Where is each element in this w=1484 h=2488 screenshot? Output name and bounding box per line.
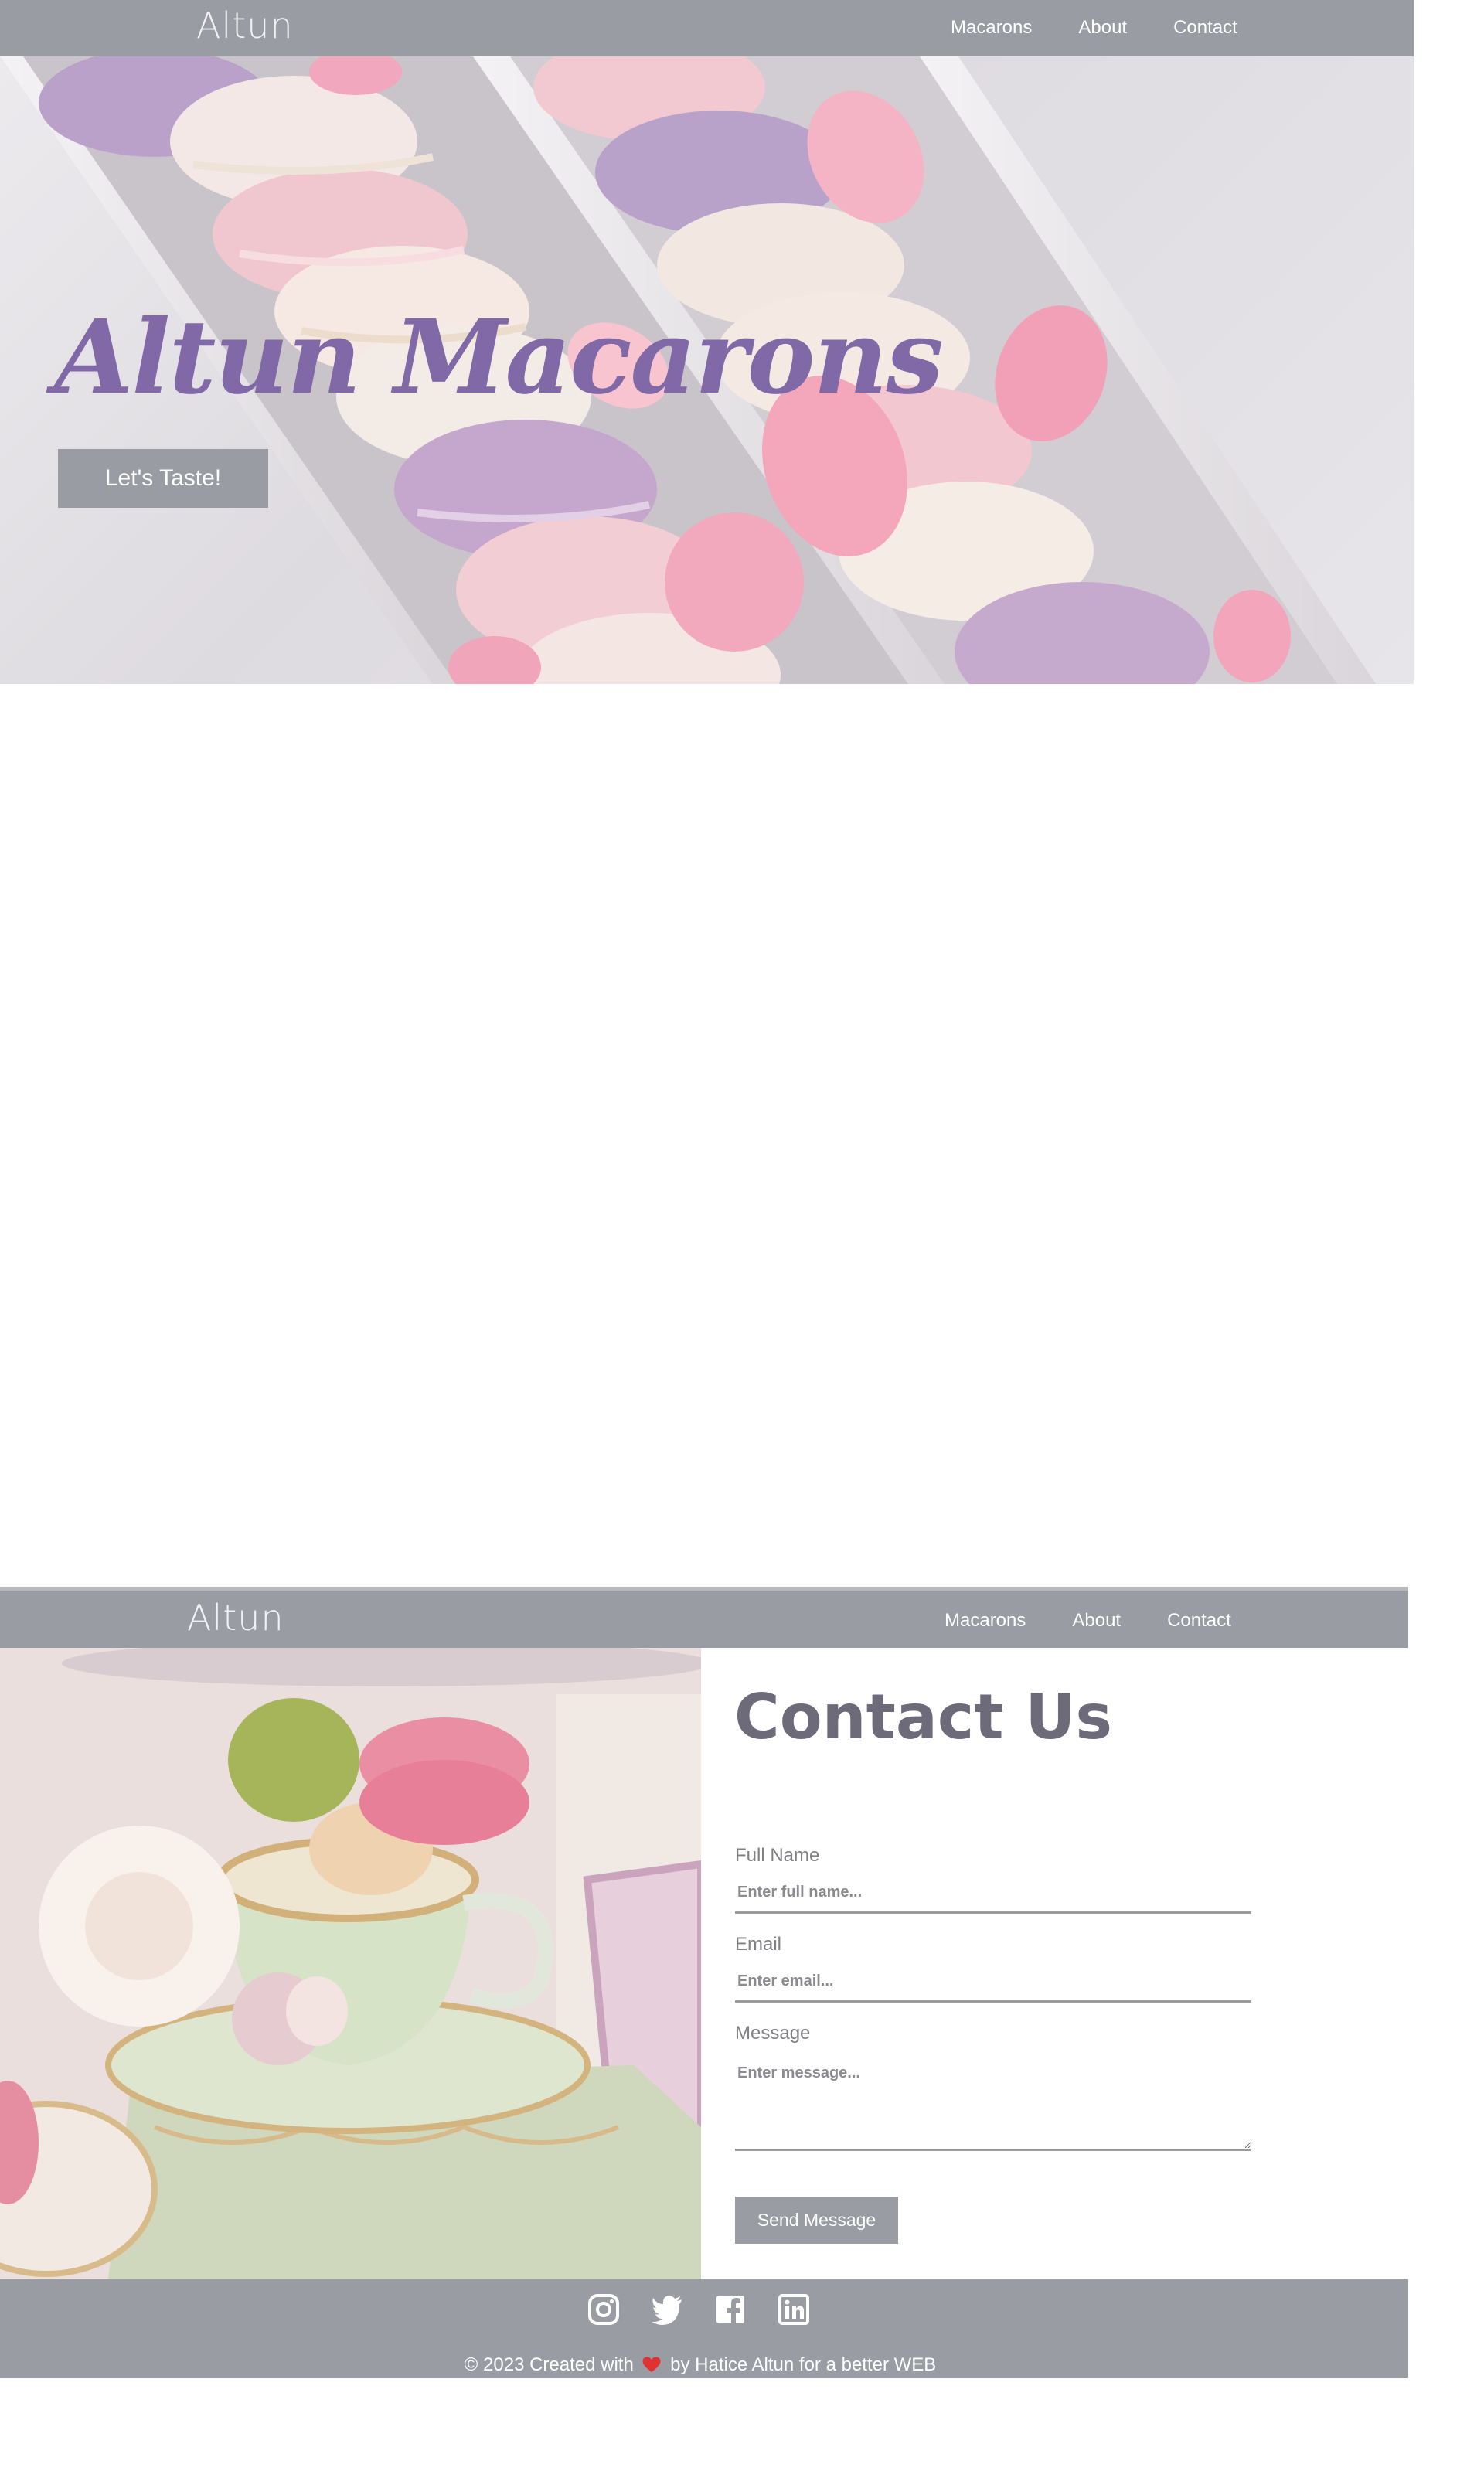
linkedin-icon[interactable] xyxy=(778,2293,810,2326)
facebook-icon[interactable] xyxy=(714,2293,747,2326)
message-textarea[interactable] xyxy=(735,2052,1251,2151)
nav-link-macarons[interactable]: Macarons xyxy=(951,17,1032,39)
social-links xyxy=(587,2293,841,2326)
lets-taste-button[interactable]: Let's Taste! xyxy=(58,449,268,508)
copyright-text: © 2023 Created with by Hatice Altun for … xyxy=(0,2354,1401,2376)
copyright-suffix: by Hatice Altun for a better WEB xyxy=(670,2354,937,2375)
teacup-macaron-image xyxy=(0,1648,701,2279)
nav-link-about[interactable]: About xyxy=(1072,1610,1121,1632)
nav-link-contact[interactable]: Contact xyxy=(1167,1610,1231,1632)
nav-links: Macarons About Contact xyxy=(945,1610,1278,1632)
email-input[interactable] xyxy=(735,1962,1251,2003)
top-navbar: Altun Macarons About Contact xyxy=(0,0,1414,56)
heart-icon xyxy=(642,2357,661,2372)
hero-section: Altun Macarons Let's Taste! xyxy=(0,56,1414,684)
nav-link-macarons[interactable]: Macarons xyxy=(945,1610,1026,1632)
instagram-icon[interactable] xyxy=(587,2293,620,2326)
nav-links: Macarons About Contact xyxy=(951,17,1284,39)
footer: © 2023 Created with by Hatice Altun for … xyxy=(0,2279,1408,2378)
nav-link-about[interactable]: About xyxy=(1078,17,1127,39)
contact-navbar: Altun Macarons About Contact xyxy=(0,1587,1408,1648)
twitter-icon[interactable] xyxy=(651,2293,683,2326)
email-label: Email xyxy=(735,1934,782,1955)
brand-logo[interactable]: Altun xyxy=(196,5,294,46)
message-label: Message xyxy=(735,2023,811,2044)
full-name-label: Full Name xyxy=(735,1845,820,1866)
copyright-prefix: © 2023 Created with xyxy=(464,2354,634,2375)
hero-title: Altun Macarons xyxy=(54,298,944,417)
send-message-button[interactable]: Send Message xyxy=(735,2197,898,2244)
brand-logo[interactable]: Altun xyxy=(187,1597,284,1639)
contact-title: Contact Us xyxy=(734,1681,1112,1753)
nav-link-contact[interactable]: Contact xyxy=(1173,17,1237,39)
full-name-input[interactable] xyxy=(735,1874,1251,1914)
